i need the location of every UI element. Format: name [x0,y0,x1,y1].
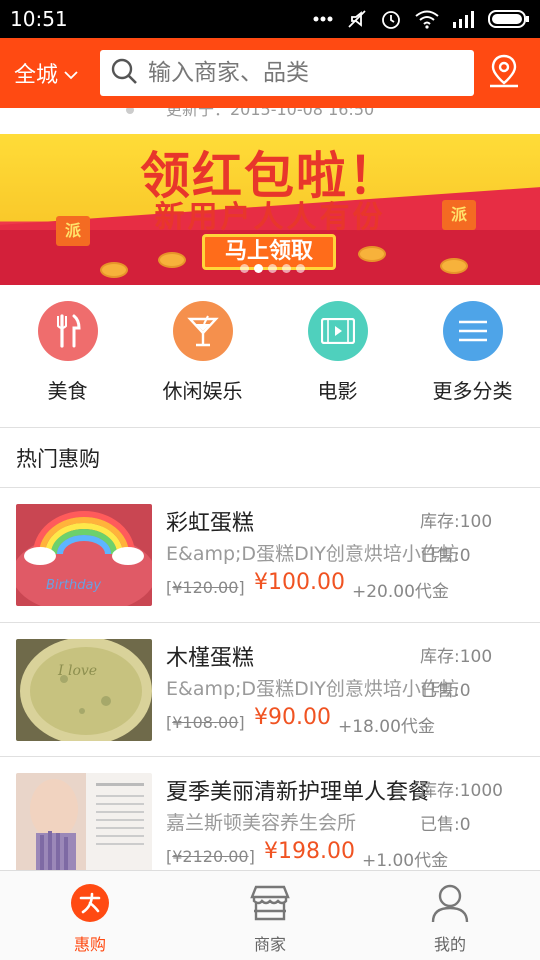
category-more[interactable]: 更多分类 [405,285,540,427]
store-icon [250,883,290,927]
tab-label: 惠购 [73,935,106,954]
deal-voucher: +20.00代金 [352,582,449,602]
svg-text:I love: I love [57,663,97,679]
deal-item[interactable]: Birthday 彩虹蛋糕 E&amp;D蛋糕DIY创意烘培小作坊 库存:100… [0,488,540,622]
banner-tag-right: 派 [442,200,476,230]
coin-icon [158,252,186,268]
deal-sold: 已售:0 [420,681,471,701]
tab-label: 我的 [433,935,466,954]
search-icon [110,57,138,89]
pager-dot[interactable] [296,264,305,273]
city-selector[interactable]: 全城 [14,57,100,89]
category-label: 电影 [317,379,358,403]
more-dots-icon [312,15,334,23]
deal-original-price: [¥120.00] [166,578,245,597]
coin-icon [100,262,128,278]
tab-stores[interactable]: 商家 [180,871,360,960]
refresh-status-text: 更新于：2015-10-08 16:50 [166,108,375,119]
battery-icon [488,10,530,28]
deal-thumbnail: I love [16,639,152,741]
status-bar: 10:51 [0,0,540,38]
deal-original-price: [¥2120.00] [166,847,255,866]
location-button[interactable] [486,53,522,93]
tab-label: 商家 [253,935,286,954]
mute-icon [346,8,368,30]
deal-thumbnail [16,773,152,875]
status-icons [312,8,530,30]
app-screen: 10:51 全城 输入商家、品类 更新于：2015-10-08 16:50 领红… [0,0,540,960]
category-grid: 美食 休闲娱乐 电影 更多分类 [0,285,540,427]
deal-price: ¥198.00 [264,839,355,864]
wifi-icon [414,9,440,29]
banner-tag-left: 派 [56,216,90,246]
fork-knife-icon [37,301,98,361]
promo-banner[interactable]: 领红包啦！ 新用户人人有份 派 派 马上领取 [0,134,540,285]
deal-stock: 库存:1000 [420,781,503,801]
divider [0,427,540,428]
deal-voucher: +18.00代金 [338,717,435,737]
pager-dot-active[interactable] [254,264,263,273]
refresh-status-strip: 更新于：2015-10-08 16:50 [0,108,540,134]
banner-pager [240,264,305,273]
deal-thumbnail: Birthday [16,504,152,606]
bottom-tab-bar: 惠购 商家 我的 [0,870,540,960]
film-icon [307,301,368,361]
deal-price: ¥100.00 [254,570,345,595]
search-input[interactable] [148,60,448,86]
deal-voucher: +1.00代金 [362,851,449,871]
deal-stock: 库存:100 [420,512,493,532]
deal-original-price: [¥108.00] [166,713,245,732]
tab-deals[interactable]: 惠购 [0,871,180,960]
pager-dot[interactable] [282,264,291,273]
status-time: 10:51 [10,7,68,31]
pager-dot[interactable] [240,264,249,273]
deal-name: 夏季美丽清新护理单人套餐 [166,780,431,805]
svg-text:Birthday: Birthday [46,578,101,593]
category-label: 更多分类 [432,379,513,403]
deal-name: 彩虹蛋糕 [166,511,255,536]
menu-lines-icon [442,301,503,361]
app-header: 全城 [0,38,540,108]
category-label: 休闲娱乐 [162,379,243,403]
deal-price: ¥90.00 [254,705,331,730]
deal-sold: 已售:0 [420,546,471,566]
city-label: 全城 [14,63,59,88]
deal-stock: 库存:100 [420,647,493,667]
location-pin-icon [486,54,522,93]
category-movie[interactable]: 电影 [270,285,405,427]
tab-profile[interactable]: 我的 [360,871,540,960]
search-box[interactable] [100,50,474,96]
category-leisure[interactable]: 休闲娱乐 [135,285,270,427]
refresh-arrow-icon [126,108,134,114]
deal-name: 木槿蛋糕 [166,646,255,671]
category-food[interactable]: 美食 [0,285,135,427]
person-icon [430,883,470,927]
deal-item[interactable]: I love 木槿蛋糕 E&amp;D蛋糕DIY创意烘培小作坊 库存:100 已… [0,623,540,757]
coin-icon [358,246,386,262]
chevron-down-icon [64,61,78,86]
cocktail-icon [172,301,233,361]
pager-dot[interactable] [268,264,277,273]
category-label: 美食 [47,379,88,403]
section-title: 热门惠购 [16,447,100,471]
deals-icon [70,883,110,927]
signal-icon [452,10,476,28]
coin-icon [440,258,468,274]
deal-sold: 已售:0 [420,815,471,835]
alarm-icon [380,8,402,30]
